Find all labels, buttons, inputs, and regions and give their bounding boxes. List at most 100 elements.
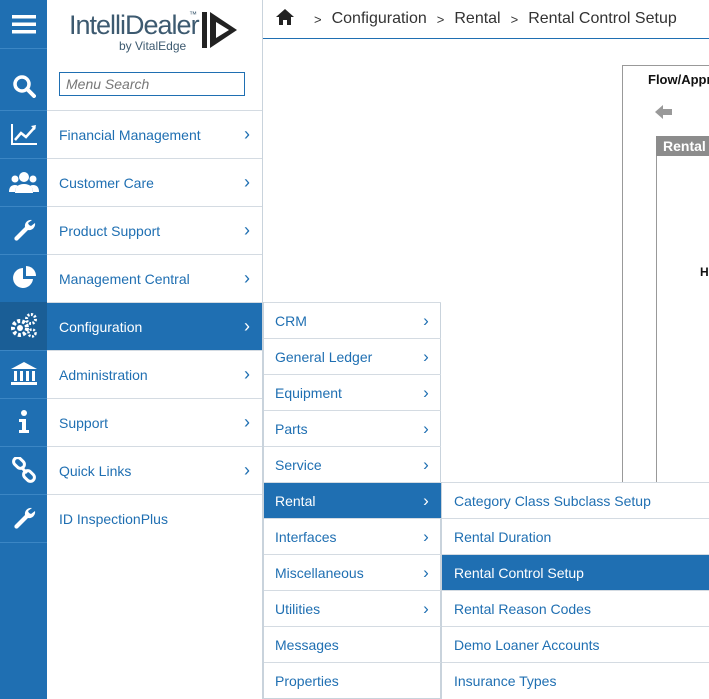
breadcrumb-separator: > [510, 11, 519, 27]
field-label: H [700, 265, 709, 279]
chevron-right-icon: › [423, 490, 429, 510]
chevron-right-icon: › [423, 526, 429, 546]
wrench-icon[interactable] [0, 494, 47, 543]
id-logo-mark-icon [202, 12, 237, 48]
breadcrumb-separator: > [314, 11, 322, 27]
pie-chart-icon[interactable] [0, 254, 47, 303]
users-icon[interactable] [0, 158, 47, 207]
menu-item-label: Configuration [59, 318, 143, 335]
chevron-right-icon: › [244, 460, 250, 480]
menu-item-label: Utilities [275, 600, 321, 617]
menu-item-label: Service [275, 456, 322, 473]
gears-icon[interactable] [0, 302, 47, 351]
submenu-item-utilities[interactable]: Utilities › [264, 590, 441, 626]
submenu-item-demo-loaner-accounts[interactable]: Demo Loaner Accounts [442, 626, 709, 662]
configuration-submenu: CRM › General Ledger › Equipment › Parts… [263, 302, 441, 699]
main-menu-item-id-inspectionplus[interactable]: ID InspectionPlus [47, 494, 262, 542]
chevron-right-icon: › [244, 220, 250, 240]
chevron-right-icon: › [423, 310, 429, 330]
menu-item-label: Miscellaneous [275, 564, 364, 581]
submenu-item-miscellaneous[interactable]: Miscellaneous › [264, 554, 441, 590]
main-menu-item-support[interactable]: Support › [47, 398, 262, 446]
wrench-icon[interactable] [0, 206, 47, 255]
submenu-item-equipment[interactable]: Equipment › [264, 374, 441, 410]
submenu-item-rental-reason-codes[interactable]: Rental Reason Codes [442, 590, 709, 626]
menu-item-label: Product Support [59, 222, 161, 239]
main-menu-item-financial-management[interactable]: Financial Management › [47, 110, 262, 158]
logo-subtitle: by VitalEdge [119, 39, 187, 53]
submenu-item-general-ledger[interactable]: General Ledger › [264, 338, 441, 374]
menu-item-label: General Ledger [275, 348, 373, 365]
submenu-item-rental-control-setup[interactable]: Rental Control Setup [442, 554, 709, 590]
chart-icon[interactable] [0, 110, 47, 159]
submenu-item-crm[interactable]: CRM › [264, 302, 441, 338]
menu-item-label: Administration [59, 366, 148, 383]
chevron-right-icon: › [423, 346, 429, 366]
link-icon[interactable] [0, 446, 47, 495]
hamburger-icon[interactable] [0, 0, 47, 49]
submenu-item-messages[interactable]: Messages [264, 626, 441, 662]
chevron-right-icon: › [423, 382, 429, 402]
chevron-right-icon: › [244, 316, 250, 336]
chevron-right-icon: › [244, 172, 250, 192]
icon-rail [0, 0, 47, 699]
submenu-item-interfaces[interactable]: Interfaces › [264, 518, 441, 554]
menu-item-label: Equipment [275, 384, 342, 401]
tab-flow-approvals[interactable]: Flow/Approvals [622, 65, 709, 93]
menu-item-label: Support [59, 414, 109, 431]
menu-item-label: Customer Care [59, 174, 154, 191]
submenu-item-rental-duration[interactable]: Rental Duration [442, 518, 709, 554]
main-menu-item-quick-links[interactable]: Quick Links › [47, 446, 262, 494]
menu-item-label: Messages [275, 636, 339, 653]
menu-item-label: Rental Duration [454, 528, 552, 545]
breadcrumb-rental-control-setup: Rental Control Setup [528, 10, 677, 27]
chevron-right-icon: › [244, 124, 250, 144]
chevron-right-icon: › [244, 268, 250, 288]
chevron-right-icon: › [244, 364, 250, 384]
submenu-item-category-class-subclass-setup[interactable]: Category Class Subclass Setup [442, 482, 709, 518]
menu-item-label: Financial Management [59, 126, 201, 143]
chevron-right-icon: › [423, 418, 429, 438]
submenu-item-rental[interactable]: Rental › [264, 482, 441, 518]
home-icon[interactable] [276, 8, 294, 30]
breadcrumb-rental[interactable]: Rental [454, 10, 500, 28]
menu-item-label: Insurance Types [454, 673, 557, 689]
main-menu-item-administration[interactable]: Administration › [47, 350, 262, 398]
menu-search-input[interactable] [60, 73, 244, 95]
divider [622, 92, 623, 542]
breadcrumb: > Configuration > Rental > Rental Contro… [263, 0, 709, 39]
submenu-item-parts[interactable]: Parts › [264, 410, 441, 446]
breadcrumb-configuration[interactable]: Configuration [332, 10, 427, 28]
logo-trademark: ™ [189, 10, 197, 19]
menu-item-label: Interfaces [275, 528, 337, 545]
menu-search-box [59, 72, 245, 96]
main-menu-item-product-support[interactable]: Product Support › [47, 206, 262, 254]
main-menu-item-management-central[interactable]: Management Central › [47, 254, 262, 302]
main-menu-item-configuration[interactable]: Configuration › [47, 302, 262, 350]
bank-icon[interactable] [0, 350, 47, 399]
submenu-item-insurance-types[interactable]: Insurance Types [442, 662, 709, 699]
menu-item-label: Category Class Subclass Setup [454, 492, 651, 509]
info-icon[interactable] [0, 398, 47, 447]
menu-item-label: Parts [275, 420, 308, 437]
main-menu: IntelliDealer ™ by VitalEdge Financial M… [47, 0, 263, 699]
chevron-right-icon: › [244, 412, 250, 432]
menu-item-label: ID InspectionPlus [59, 510, 168, 527]
main-menu-item-customer-care[interactable]: Customer Care › [47, 158, 262, 206]
panel-header: Rental [656, 136, 709, 156]
intellidealer-logo[interactable]: IntelliDealer ™ by VitalEdge [69, 8, 239, 56]
menu-item-label: Quick Links [59, 462, 132, 479]
menu-item-label: Properties [275, 673, 339, 689]
menu-item-label: CRM [275, 312, 307, 329]
menu-item-label: Rental Control Setup [454, 564, 584, 581]
chevron-right-icon: › [423, 562, 429, 582]
menu-item-label: Rental [275, 492, 316, 509]
menu-item-label: Demo Loaner Accounts [454, 636, 600, 653]
chevron-right-icon: › [423, 598, 429, 618]
breadcrumb-separator: > [436, 11, 445, 27]
rental-submenu: Category Class Subclass Setup Rental Dur… [441, 482, 709, 699]
back-arrow-icon[interactable] [655, 105, 673, 119]
submenu-item-service[interactable]: Service › [264, 446, 441, 482]
submenu-item-properties[interactable]: Properties [264, 662, 441, 699]
search-icon[interactable] [0, 62, 47, 111]
